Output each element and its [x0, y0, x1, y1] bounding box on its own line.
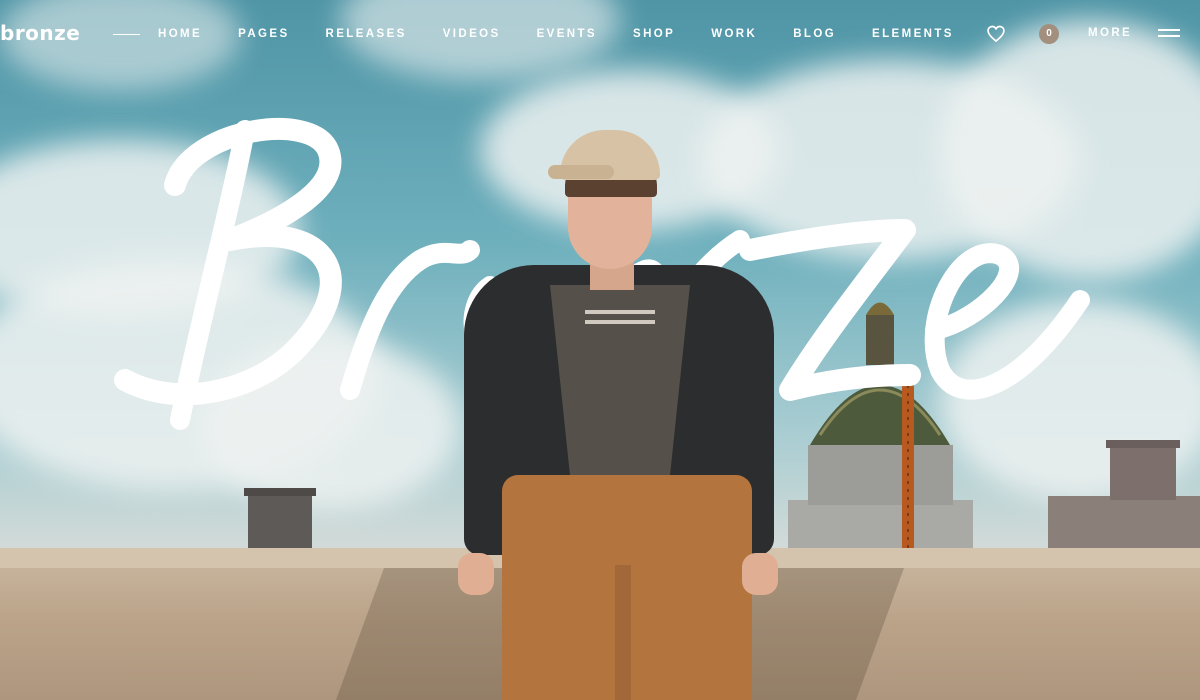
menu-item-work[interactable]: WORK [711, 28, 757, 40]
site-logo[interactable]: bronze [0, 21, 80, 45]
menu-item-blog[interactable]: BLOG [793, 28, 836, 40]
capitol-dome-illustration [788, 302, 973, 550]
menu-item-shop[interactable]: SHOP [633, 28, 675, 40]
nav-divider-line [113, 34, 140, 35]
heart-icon[interactable] [986, 24, 1006, 44]
menu-item-elements[interactable]: ELEMENTS [872, 28, 954, 40]
cart-count-badge[interactable]: 0 [1039, 24, 1059, 44]
menu-item-events[interactable]: EVENTS [537, 28, 597, 40]
menu-item-releases[interactable]: RELEASES [326, 28, 407, 40]
menu-item-home[interactable]: HOME [158, 28, 202, 40]
main-menu: HOME PAGES RELEASES VIDEOS EVENTS SHOP W… [158, 28, 990, 40]
menu-item-videos[interactable]: VIDEOS [443, 28, 501, 40]
more-button[interactable]: MORE [1088, 27, 1132, 39]
menu-item-pages[interactable]: PAGES [238, 28, 289, 40]
site-header: bronze HOME PAGES RELEASES VIDEOS EVENTS… [0, 0, 1200, 68]
person-sweater [550, 285, 690, 485]
hamburger-icon[interactable] [1158, 29, 1180, 41]
hero-person-figure [450, 125, 790, 700]
